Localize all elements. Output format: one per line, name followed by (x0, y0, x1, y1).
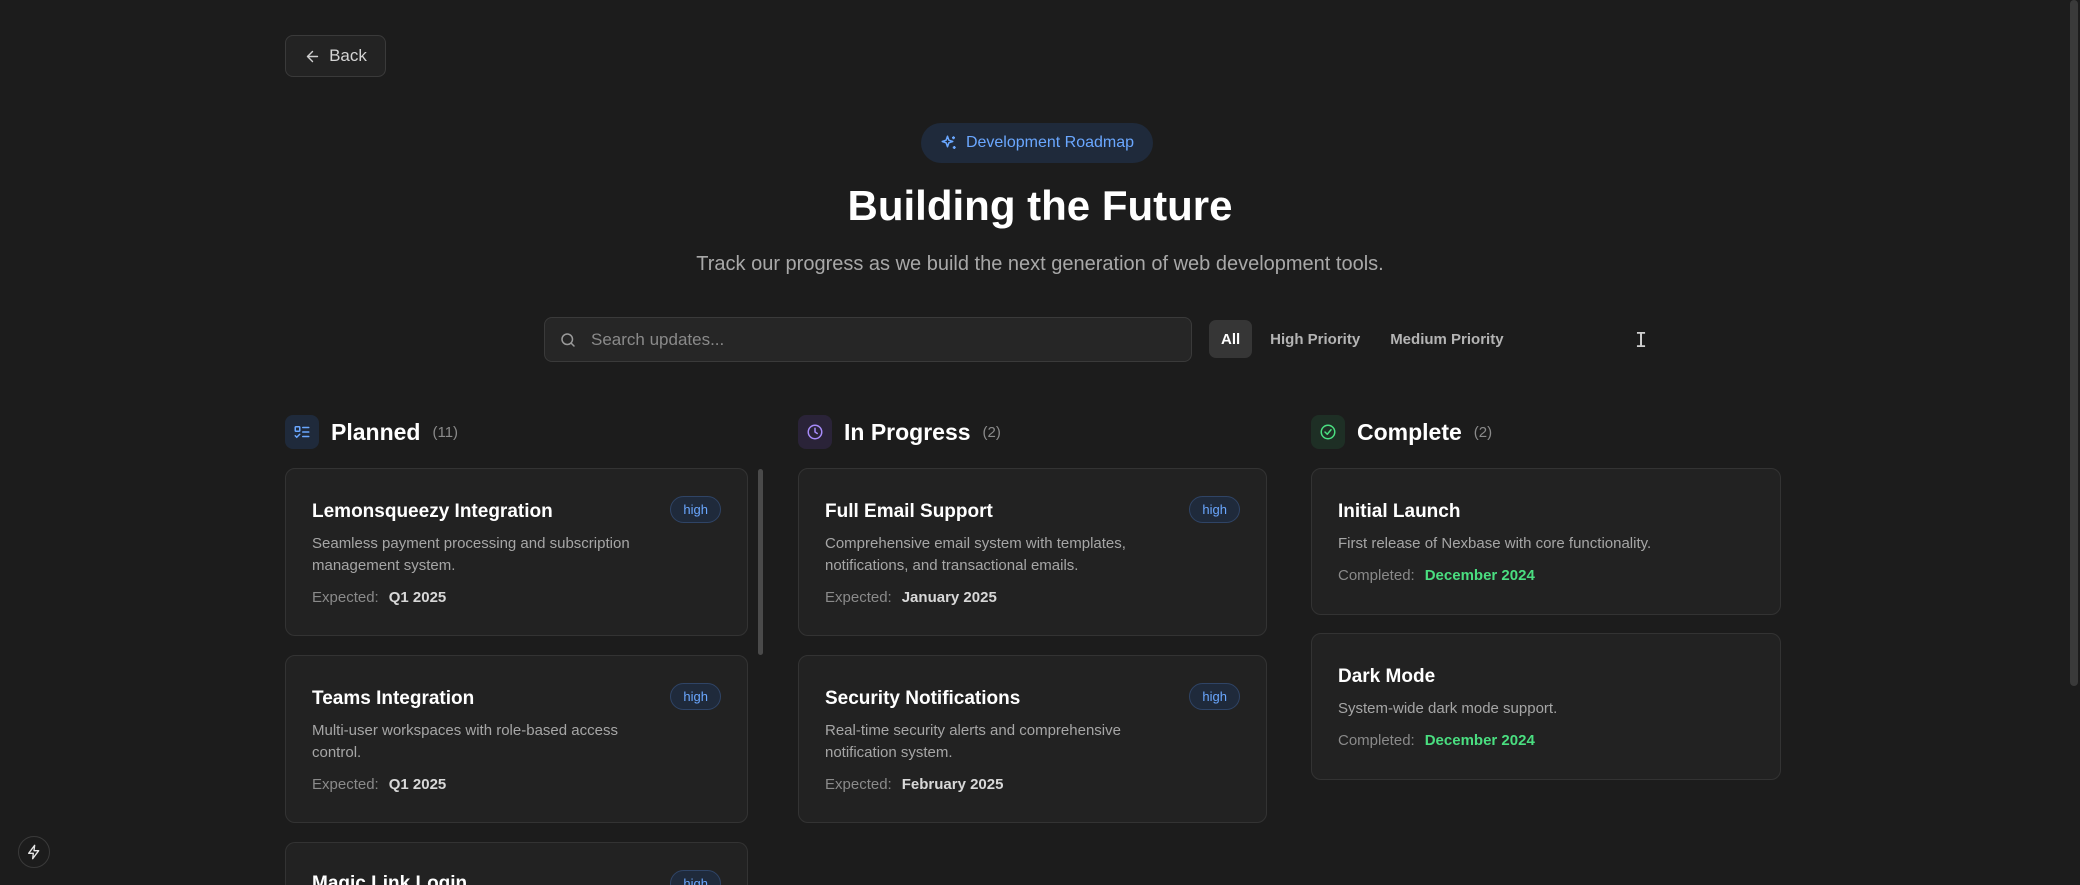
column-count: (2) (1473, 423, 1493, 441)
filter-medium-priority[interactable]: Medium Priority (1378, 320, 1515, 358)
search-icon (561, 332, 575, 347)
card-expected: Expected: January 2025 (825, 589, 997, 606)
column-title: Planned (331, 418, 421, 445)
roadmap-badge: Development Roadmap (921, 123, 1153, 163)
column-count: (2) (982, 423, 1001, 441)
priority-badge: high (670, 683, 721, 710)
meta-value: February 2025 (901, 776, 1004, 793)
column-header-planned: Planned (11) (285, 415, 748, 449)
card-title: Initial Launch (1338, 501, 1461, 522)
roadmap-card[interactable]: Full Email Support high Comprehensive em… (798, 468, 1267, 636)
page-scrollbar[interactable] (2070, 0, 2078, 686)
column-planned: Planned (11) (285, 415, 748, 449)
sparkles-icon (941, 135, 956, 149)
text-cursor-icon: I (1635, 328, 1648, 352)
card-expected: Expected: Q1 2025 (312, 589, 446, 606)
bolt-icon (28, 844, 40, 860)
roadmap-card[interactable]: Security Notifications high Real-time se… (798, 655, 1267, 823)
card-description: Seamless payment processing and subscrip… (312, 533, 630, 577)
card-description-line: Comprehensive email system with template… (825, 535, 1126, 552)
filter-high-priority[interactable]: High Priority (1258, 320, 1372, 358)
column-count: (11) (432, 423, 459, 441)
card-description-line: notification system. (825, 744, 953, 761)
meta-label: Completed: (1338, 732, 1415, 749)
list-todo-icon (285, 415, 319, 449)
page-title: Building the Future (847, 182, 1233, 229)
meta-value: December 2024 (1424, 567, 1535, 584)
arrow-left-icon (306, 50, 319, 62)
meta-label: Expected: (312, 589, 379, 606)
column-header-in-progress: In Progress (2) (798, 415, 1267, 449)
card-completed: Completed: December 2024 (1338, 732, 1535, 749)
clock-icon (798, 415, 832, 449)
meta-label: Expected: (825, 589, 892, 606)
card-description-line: Multi-user workspaces with role-based ac… (312, 722, 618, 739)
check-circle-icon (1311, 415, 1345, 449)
priority-badge: high (670, 496, 721, 523)
card-description-line: management system. (312, 557, 456, 574)
card-expected: Expected: Q1 2025 (312, 776, 446, 793)
meta-value: Q1 2025 (388, 589, 447, 606)
priority-badge: high (670, 870, 721, 885)
roadmap-card[interactable]: Teams Integration high Multi-user worksp… (285, 655, 748, 823)
planned-scrollbar[interactable] (758, 469, 763, 655)
card-title: Lemonsqueezy Integration (312, 501, 553, 522)
card-description: Multi-user workspaces with role-based ac… (312, 720, 618, 764)
column-title: In Progress (844, 418, 971, 445)
column-header-complete: Complete (2) (1311, 415, 1781, 449)
priority-badge: high (1189, 683, 1240, 710)
bolt-button[interactable] (18, 836, 50, 868)
roadmap-card[interactable]: Dark Mode System-wide dark mode support.… (1311, 633, 1781, 780)
card-description: Comprehensive email system with template… (825, 533, 1126, 577)
card-title: Dark Mode (1338, 666, 1436, 687)
meta-label: Expected: (825, 776, 892, 793)
priority-filters: All High Priority Medium Priority (1209, 320, 1516, 358)
card-title: Full Email Support (825, 501, 993, 522)
column-title: Complete (1357, 418, 1462, 445)
search-input[interactable] (591, 329, 1151, 350)
card-completed: Completed: December 2024 (1338, 567, 1535, 584)
card-description: Real-time security alerts and comprehens… (825, 720, 1121, 764)
card-expected: Expected: February 2025 (825, 776, 1003, 793)
card-description-line: notifications, and transactional emails. (825, 557, 1079, 574)
back-button[interactable]: Back (285, 35, 386, 77)
column-complete: Complete (2) (1311, 415, 1781, 449)
card-description-line: Real-time security alerts and comprehens… (825, 722, 1121, 739)
back-button-label: Back (329, 46, 367, 65)
meta-value: December 2024 (1424, 732, 1535, 749)
column-in-progress: In Progress (2) (798, 415, 1267, 449)
roadmap-card[interactable]: Magic Link Login high (285, 842, 748, 885)
card-description: System-wide dark mode support. (1338, 700, 1558, 717)
search-box[interactable]: I (544, 317, 1647, 362)
meta-value: January 2025 (901, 589, 997, 606)
roadmap-card[interactable]: Lemonsqueezy Integration high Seamless p… (285, 468, 748, 636)
card-description-line: control. (312, 744, 362, 761)
meta-label: Expected: (312, 776, 379, 793)
meta-value: Q1 2025 (388, 776, 447, 793)
priority-badge: high (1189, 496, 1240, 523)
card-description: First release of Nexbase with core funct… (1338, 535, 1652, 552)
roadmap-badge-label: Development Roadmap (965, 134, 1135, 151)
page-subtitle: Track our progress as we build the next … (696, 253, 1384, 275)
roadmap-card[interactable]: Initial Launch First release of Nexbase … (1311, 468, 1781, 615)
card-title: Security Notifications (825, 688, 1021, 709)
card-title: Teams Integration (312, 688, 475, 709)
card-title: Magic Link Login (312, 873, 468, 885)
filter-all[interactable]: All (1209, 320, 1253, 358)
card-description-line: Seamless payment processing and subscrip… (312, 535, 630, 552)
meta-label: Completed: (1338, 567, 1415, 584)
